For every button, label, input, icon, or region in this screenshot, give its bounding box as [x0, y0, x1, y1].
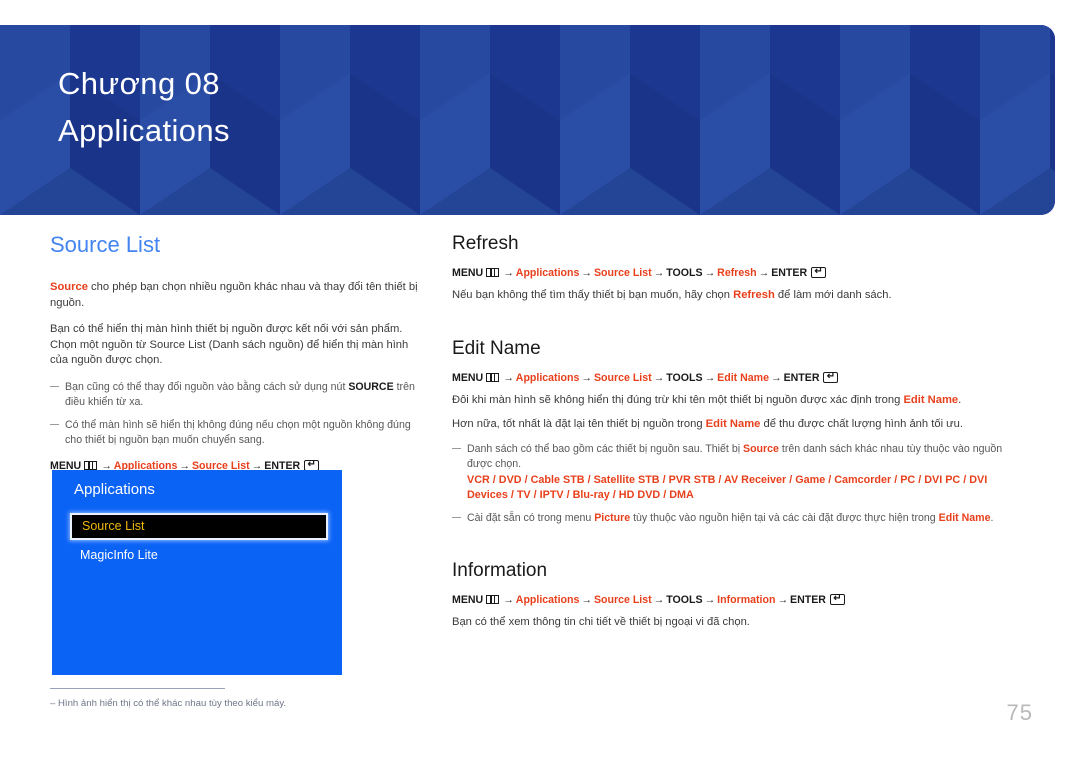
paragraph-edit-name-1: Đôi khi màn hình sẽ không hiển thị đúng …	[452, 393, 1012, 409]
path-step-tools[interactable]: TOOLS	[666, 594, 702, 606]
path-step-applications[interactable]: Applications	[516, 372, 580, 384]
chapter-banner: Chương 08 Applications	[0, 25, 1055, 215]
footnote-divider	[50, 688, 225, 689]
edit-name-2-after: để thu được chất lượng hình ảnh tối ưu.	[760, 418, 963, 430]
arrow-icon: →	[704, 593, 716, 606]
edit-name-1-after: .	[958, 393, 962, 406]
menu-path-refresh: MENU → Applications → Source List → TOOLS → Refr…	[452, 265, 1012, 281]
edit-name-notes-list: Danh sách có thể bao gồm các thiết bị ng…	[452, 442, 1012, 526]
arrow-icon: →	[503, 593, 514, 606]
path-step-refresh[interactable]: Refresh	[717, 267, 756, 279]
path-step-source-list[interactable]: Source List	[594, 267, 652, 279]
arrow-icon: →	[581, 267, 592, 279]
menu-icon	[486, 594, 500, 604]
refresh-text-after: để làm mới danh sách.	[774, 289, 892, 301]
menu-icon	[84, 460, 98, 470]
path-step-source-list[interactable]: Source List	[594, 594, 652, 606]
arrow-icon: →	[653, 267, 665, 279]
inline-term-source: Source	[743, 442, 779, 455]
arrow-icon: →	[770, 371, 782, 384]
arrow-icon: →	[704, 371, 716, 384]
section-heading-source-list: Source List	[50, 232, 161, 257]
section-heading-refresh: Refresh	[452, 233, 519, 254]
note-item: Danh sách có thể bao gồm các thiết bị ng…	[452, 442, 1012, 503]
note-text-before: Danh sách có thể bao gồm các thiết bị ng…	[467, 442, 744, 455]
note-text-after: .	[990, 511, 994, 524]
enter-icon: ↵	[829, 593, 845, 605]
right-column: Refresh MENU → Applications → Source List → TO…	[452, 232, 1012, 639]
arrow-icon: →	[777, 593, 789, 606]
inline-term-source: Source	[50, 281, 88, 293]
note-text-middle: tùy thuộc vào nguồn hiện tại và các cài …	[630, 511, 939, 524]
osd-item-magicinfo-lite[interactable]: MagicInfo Lite	[70, 543, 328, 568]
path-enter-label: ENTER	[771, 267, 808, 279]
path-menu-label: MENU	[452, 267, 484, 279]
banner-text-block: Chương 08 Applications	[58, 61, 230, 155]
path-enter-label: ENTER	[783, 371, 820, 384]
left-notes-list: Bạn cũng có thể thay đổi nguồn vào bằng …	[50, 380, 425, 448]
path-menu-label: MENU	[452, 593, 484, 606]
note-item: Bạn cũng có thể thay đổi nguồn vào bằng …	[50, 380, 425, 410]
inline-term-edit-name: Edit Name	[903, 393, 959, 406]
inline-term-edit-name: Edit Name	[938, 511, 991, 524]
arrow-icon: →	[758, 267, 770, 279]
path-step-applications[interactable]: Applications	[516, 267, 580, 279]
arrow-icon: →	[704, 267, 716, 279]
arrow-icon: →	[653, 371, 665, 384]
path-enter-label: ENTER	[790, 593, 826, 606]
device-list: VCR / DVD / Cable STB / Satellite STB / …	[467, 473, 988, 501]
menu-path-edit-name: MENU → Applications → Source List → TOOLS → Edit…	[452, 370, 1012, 386]
note-bold-source-button: SOURCE	[348, 380, 394, 393]
menu-path-information: MENU → Applications → Source List → TOOLS → Info…	[452, 592, 1012, 608]
inline-term-refresh: Refresh	[733, 289, 775, 301]
paragraph-source-intro-rest: cho phép bạn chọn nhiều nguồn khác nhau …	[50, 281, 418, 309]
note-text-before: Bạn cũng có thể thay đổi nguồn vào bằng …	[65, 380, 349, 393]
chapter-title: Applications	[58, 113, 230, 148]
section-heading-information: Information	[452, 559, 548, 581]
path-step-edit-name[interactable]: Edit Name	[717, 372, 769, 384]
enter-icon: ↵	[304, 459, 320, 471]
osd-item-source-list[interactable]: Source List	[70, 513, 328, 540]
paragraph-edit-name-2: Hơn nữa, tốt nhất là đặt lại tên thiết b…	[452, 417, 1012, 433]
section-heading-edit-name: Edit Name	[452, 337, 541, 359]
path-step-tools[interactable]: TOOLS	[666, 372, 702, 384]
arrow-icon: →	[653, 593, 665, 606]
paragraph-source-intro: Source cho phép bạn chọn nhiều nguồn khá…	[50, 280, 425, 311]
chapter-label: Chương 08	[58, 66, 220, 101]
note-item: Cài đặt sẵn có trong menu Picture tùy th…	[452, 511, 1012, 526]
path-step-information[interactable]: Information	[717, 594, 775, 606]
note-item: Có thể màn hình sẽ hiển thị không đúng n…	[50, 418, 425, 448]
inline-term-picture: Picture	[594, 511, 631, 524]
refresh-text-before: Nếu bạn không thể tìm thấy thiết bị bạn …	[452, 289, 734, 301]
path-menu-label: MENU	[452, 371, 484, 384]
note-text-before: Cài đặt sẵn có trong menu	[467, 511, 595, 524]
path-step-tools[interactable]: TOOLS	[666, 267, 702, 279]
page-number: 75	[1006, 700, 1033, 725]
note-text-before: Có thể màn hình sẽ hiển thị không đúng n…	[65, 418, 411, 446]
osd-title: Applications	[74, 481, 155, 498]
arrow-icon: →	[581, 593, 592, 606]
path-step-source-list[interactable]: Source List	[594, 372, 652, 384]
arrow-icon: →	[581, 371, 592, 384]
menu-icon	[486, 268, 500, 277]
paragraph-information: Bạn có thể xem thông tin chi tiết về thi…	[452, 615, 750, 628]
arrow-icon: →	[503, 371, 514, 384]
osd-menu-panel: Applications Source List MagicInfo Lite	[52, 470, 342, 675]
left-column: Source List Source cho phép bạn chọn nhi…	[50, 232, 425, 481]
enter-icon: ↵	[811, 267, 827, 278]
arrow-icon: →	[503, 267, 514, 279]
inline-term-edit-name: Edit Name	[705, 418, 761, 430]
path-step-applications[interactable]: Applications	[516, 594, 580, 606]
enter-icon: ↵	[823, 371, 839, 383]
paragraph-source-desc: Bạn có thể hiển thị màn hình thiết bị ng…	[50, 323, 409, 366]
menu-icon	[486, 372, 500, 382]
paragraph-refresh: Nếu bạn không thể tìm thấy thiết bị bạn …	[452, 288, 1012, 304]
edit-name-1-before: Đôi khi màn hình sẽ không hiển thị đúng …	[452, 393, 904, 406]
edit-name-2-before: Hơn nữa, tốt nhất là đặt lại tên thiết b…	[452, 418, 706, 430]
